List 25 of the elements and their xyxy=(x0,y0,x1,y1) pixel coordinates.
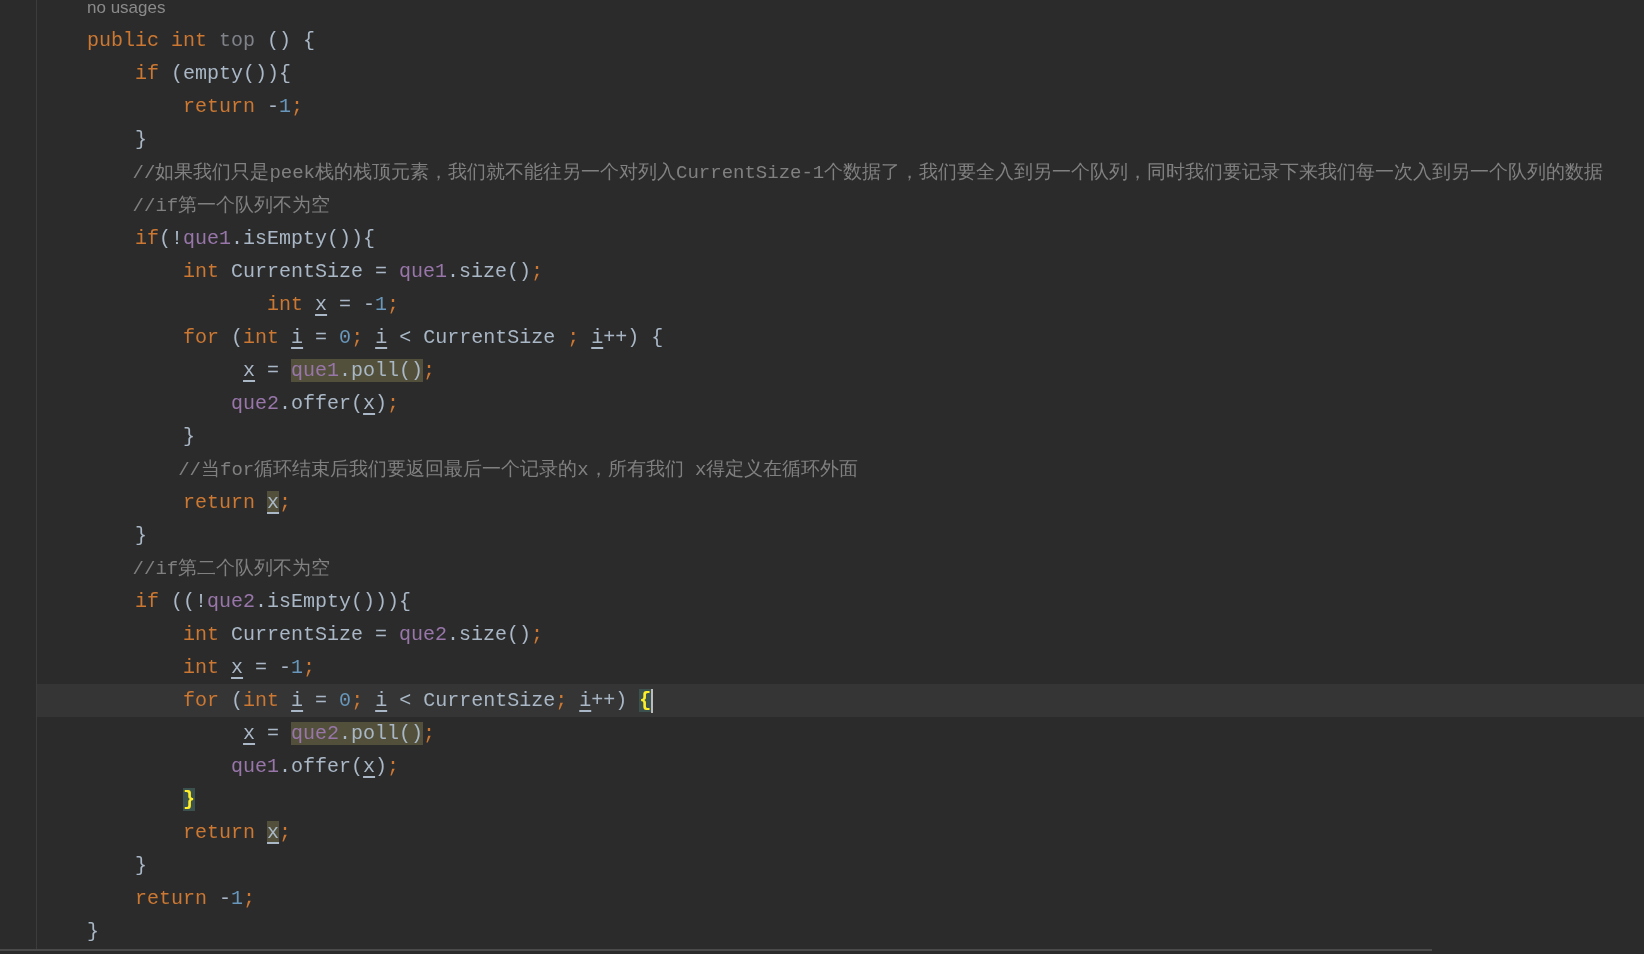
code-line: for (int i = 0; i < CurrentSize ; i++) { xyxy=(182,325,665,351)
code-line: //if第一个队列不为空 xyxy=(131,194,332,219)
code-line: public int top () { xyxy=(86,28,317,54)
code-line: } xyxy=(134,853,149,879)
code-line: que2.offer(x); xyxy=(230,391,401,417)
code-line: } xyxy=(134,523,149,549)
code-line: return x; xyxy=(182,490,293,516)
code-line: int CurrentSize = que1.size(); xyxy=(182,259,545,285)
code-line: } xyxy=(134,127,149,153)
code-line: //if第二个队列不为空 xyxy=(131,557,332,582)
code-line: //当for循环结束后我们要返回最后一个记录的x，所有我们 x得定义在循环外面 xyxy=(177,458,860,483)
code-line: que1.offer(x); xyxy=(230,754,401,780)
code-line: //如果我们只是peek栈的栈顶元素，我们就不能往另一个对列入CurrentSize-1个数据了，我们要全入到另一个队列，同时我们要记录下来我们每一次入到另一个队列的数据 xyxy=(131,161,1605,186)
code-line: return x; xyxy=(182,820,293,846)
code-line: if ((!que2.isEmpty())){ xyxy=(134,589,413,615)
code-line: return -1; xyxy=(134,886,257,912)
code-line: int x = -1; xyxy=(182,655,317,681)
code-line: if (empty()){ xyxy=(134,61,293,87)
code-line: } xyxy=(86,919,100,945)
code-line: return -1; xyxy=(182,94,305,120)
code-line: int x = -1; xyxy=(266,292,401,318)
code-line: if(!que1.isEmpty()){ xyxy=(134,226,377,252)
code-line: } xyxy=(182,424,197,450)
code-line: no usages xyxy=(86,0,167,19)
code-line: int CurrentSize = que2.size(); xyxy=(182,622,545,648)
